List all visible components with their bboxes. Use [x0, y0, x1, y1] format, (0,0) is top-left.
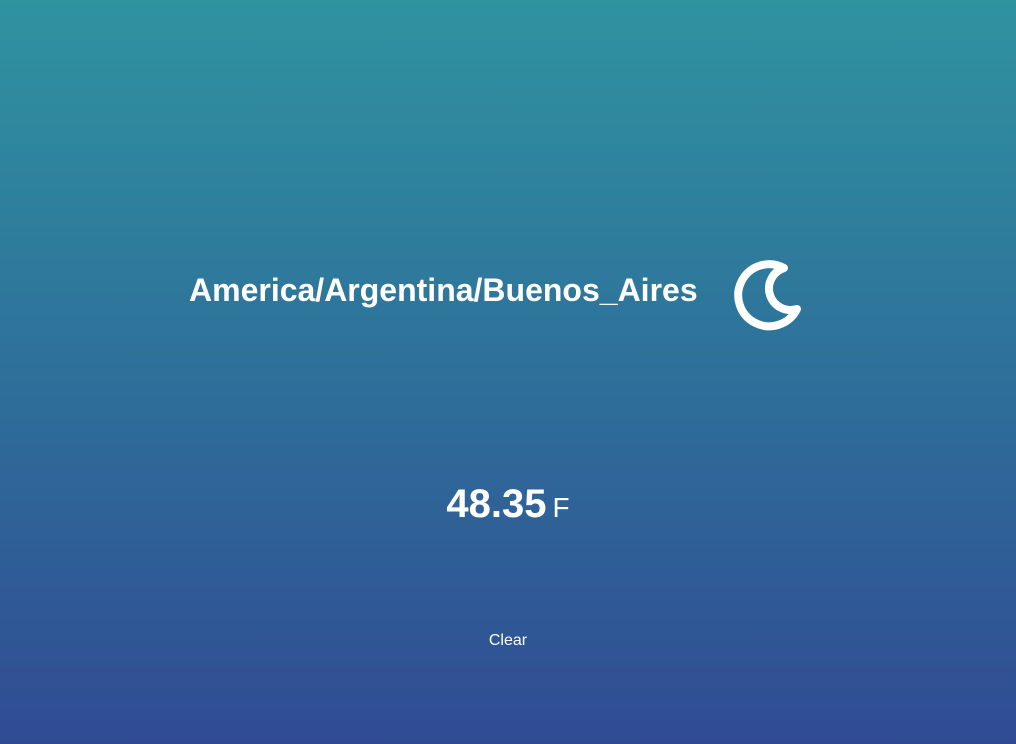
location-header: America/Argentina/Buenos_Aires: [0, 252, 1016, 332]
temperature-display: 48.35 F: [0, 480, 1016, 532]
weather-description: Clear: [488, 632, 528, 649]
weather-app: { "location": { "timezone": "America/Arg…: [0, 0, 1016, 744]
temperature-value: 48.35: [446, 482, 547, 526]
timezone-label: America/Argentina/Buenos_Aires: [189, 272, 698, 308]
temperature-unit: F: [552, 492, 570, 523]
moon-icon: [728, 256, 804, 332]
